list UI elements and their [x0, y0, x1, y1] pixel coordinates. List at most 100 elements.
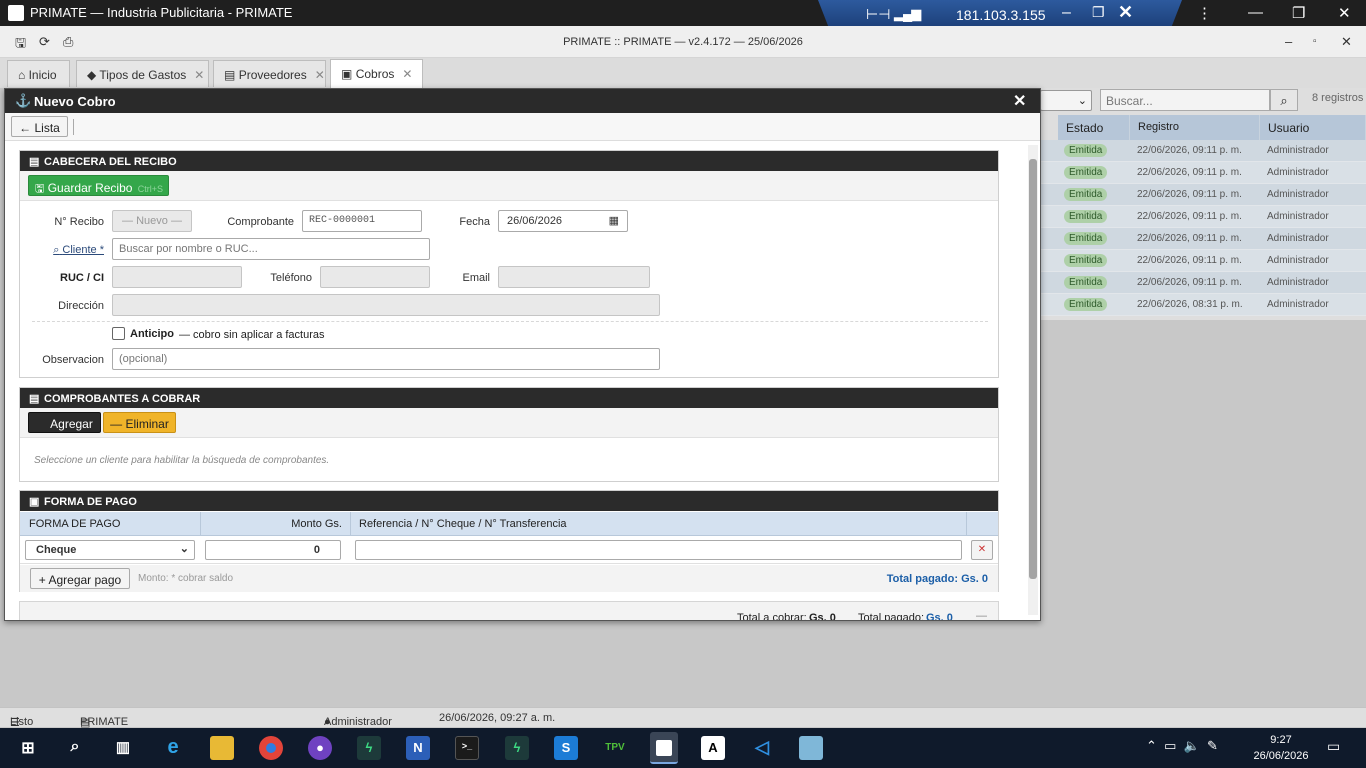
dialog-title: Nuevo Cobro: [34, 94, 116, 109]
status-badge: Emitida: [1064, 276, 1108, 289]
column-header-estado[interactable]: Estado: [1058, 115, 1130, 140]
window-title: PRIMATE — Industria Publicitaria - PRIMA…: [30, 5, 293, 20]
chrome-icon[interactable]: [259, 736, 283, 760]
monto-input[interactable]: 0: [205, 540, 341, 560]
filter-select[interactable]: ⌄: [1040, 90, 1092, 111]
comprobante-field[interactable]: REC-0000001: [302, 210, 422, 232]
table-row[interactable]: Emitida 22/06/2026, 09:11 p. m. Administra…: [1040, 184, 1366, 206]
close-tab-icon[interactable]: ✕: [194, 68, 204, 82]
app-lightning-icon[interactable]: ϟ: [357, 736, 381, 760]
cliente-label[interactable]: ⌕ Cliente *: [30, 244, 104, 257]
cabecera-toolbar: 🖫 Guardar Recibo Ctrl+S: [20, 171, 998, 201]
total-pagado-label: Total pagado:: [858, 612, 925, 621]
restore-window-button[interactable]: ❐: [1292, 4, 1305, 22]
tab-tipos-de-gastos[interactable]: ◆ Tipos de Gastos ✕: [76, 60, 209, 87]
pin-icon[interactable]: ⊢⊣: [866, 6, 890, 23]
search-icon[interactable]: ⌕: [1270, 89, 1298, 111]
table-row[interactable]: Emitida 22/06/2026, 09:11 p. m. Administra…: [1040, 272, 1366, 294]
task-view-icon[interactable]: ▥: [111, 736, 135, 760]
comprobantes-section: ▤ COMPROBANTES A COBRAR Agregar — Elimin…: [19, 387, 999, 482]
list-search-input[interactable]: Buscar...: [1100, 89, 1270, 111]
notifications-icon[interactable]: ▭: [1327, 738, 1340, 755]
remote-restore-button[interactable]: ❐: [1092, 4, 1105, 21]
forma-pago-header: ▣ FORMA DE PAGO: [20, 491, 998, 511]
eliminar-comprobante-button[interactable]: — Eliminar: [103, 412, 176, 433]
chevron-down-icon: ⌄: [179, 543, 189, 555]
app-header-title: PRIMATE :: PRIMATE — v2.4.172 — 25/06/20…: [563, 36, 803, 48]
clock[interactable]: 9:27 26/06/2026: [1246, 732, 1316, 764]
app-header: 🖫 ⟳ ⎙ PRIMATE :: PRIMATE — v2.4.172 — 25…: [0, 26, 1366, 58]
status-badge: Emitida: [1064, 144, 1108, 157]
app-notes-icon[interactable]: [799, 736, 823, 760]
system-tray[interactable]: ⌃ ▭ 🔈 ✎: [1146, 738, 1218, 754]
table-row[interactable]: Emitida 22/06/2026, 09:11 p. m. Administra…: [1040, 250, 1366, 272]
table-row[interactable]: Emitida 22/06/2026, 08:31 p. m. Administra…: [1040, 294, 1366, 316]
terminal-icon[interactable]: >_: [455, 736, 479, 760]
observacion-input[interactable]: (opcional): [112, 348, 660, 370]
close-window-button[interactable]: ✕: [1338, 4, 1351, 22]
tab-cobros[interactable]: ▣ Cobros ✕: [330, 59, 423, 88]
app-a-icon[interactable]: A: [701, 736, 725, 760]
column-header-registro[interactable]: Registro: [1130, 115, 1260, 140]
ruc-field: [112, 266, 242, 288]
fecha-date-field[interactable]: 26/06/2026 ▦: [498, 210, 628, 232]
remote-minimize-button[interactable]: –: [1062, 4, 1071, 22]
start-windows-icon[interactable]: ⊞: [16, 736, 40, 760]
money-icon: ▣: [341, 67, 353, 81]
app-lightning-icon[interactable]: ϟ: [505, 736, 529, 760]
record-count: 8 registros: [1312, 92, 1364, 104]
forma-pago-select[interactable]: Cheque ⌄: [25, 540, 195, 560]
remote-connection-bar: ⊢⊣ ▂▄▆ 181.103.3.155 – ❐ ✕: [818, 0, 1182, 28]
minus-icon: —: [110, 417, 123, 431]
column-divider: [350, 512, 351, 536]
app-close-button[interactable]: ✕: [1341, 34, 1352, 50]
remove-pago-button[interactable]: ✕: [971, 540, 993, 560]
search-icon: ⌕: [53, 244, 60, 256]
close-tab-icon[interactable]: ✕: [402, 67, 412, 81]
app-n-icon[interactable]: N: [406, 736, 430, 760]
table-row[interactable]: Emitida 22/06/2026, 09:11 p. m. Administra…: [1040, 140, 1366, 162]
primate-taskbar-icon[interactable]: [650, 732, 678, 764]
direccion-field: [112, 294, 660, 316]
email-field: [498, 266, 650, 288]
column-header-referencia: Referencia / N° Cheque / N° Transferenci…: [359, 518, 567, 530]
tab-inicio[interactable]: ⌂ Inicio: [7, 60, 70, 87]
close-dialog-button[interactable]: ✕: [1013, 91, 1026, 111]
comprobantes-hint: Seleccione un cliente para habilitar la …: [34, 455, 330, 466]
tpv-icon[interactable]: TPV: [603, 736, 627, 760]
calendar-icon[interactable]: ▦: [609, 214, 619, 227]
table-row[interactable]: Emitida 22/06/2026, 09:11 p. m. Administra…: [1040, 228, 1366, 250]
home-icon: ⌂: [18, 68, 26, 82]
app-minimize-button[interactable]: –: [1285, 34, 1292, 49]
minimize-window-button[interactable]: —: [1248, 4, 1263, 21]
close-tab-icon[interactable]: ✕: [315, 68, 325, 82]
dash-icon: —: [976, 610, 987, 621]
referencia-input[interactable]: [355, 540, 962, 560]
total-pagado-value: Gs. 0: [926, 612, 953, 621]
more-options-icon[interactable]: ⋮: [1197, 4, 1212, 22]
file-explorer-icon[interactable]: [210, 736, 234, 760]
vscode-icon[interactable]: ◁: [750, 736, 774, 760]
table-row[interactable]: Emitida 22/06/2026, 09:11 p. m. Administra…: [1040, 162, 1366, 184]
edge-icon[interactable]: e: [161, 736, 185, 760]
column-header-usuario[interactable]: Usuario: [1260, 115, 1366, 140]
github-icon[interactable]: ●: [308, 736, 332, 760]
app-maximize-button[interactable]: ▫: [1313, 36, 1317, 47]
status-badge: Emitida: [1064, 298, 1108, 311]
arrow-left-icon: ←: [19, 121, 32, 135]
tab-proveedores[interactable]: ▤ Proveedores ✕: [213, 60, 326, 87]
cliente-search-input[interactable]: Buscar por nombre o RUC...: [112, 238, 430, 260]
back-to-list-button[interactable]: ← Lista: [11, 116, 68, 137]
remote-close-button[interactable]: ✕: [1118, 2, 1133, 23]
clock-time: 9:27: [1270, 734, 1292, 746]
app-s-icon[interactable]: S: [554, 736, 578, 760]
status-badge: Emitida: [1064, 166, 1108, 179]
anticipo-checkbox[interactable]: [112, 327, 125, 340]
agregar-pago-button[interactable]: + Agregar pago: [30, 568, 130, 589]
search-icon[interactable]: ⌕: [63, 736, 87, 760]
dialog-scrollbar[interactable]: [1028, 145, 1038, 615]
guardar-recibo-button[interactable]: 🖫 Guardar Recibo Ctrl+S: [28, 175, 169, 196]
scrollbar-thumb[interactable]: [1029, 159, 1037, 579]
agregar-comprobante-button[interactable]: Agregar: [28, 412, 101, 433]
table-row[interactable]: Emitida 22/06/2026, 09:11 p. m. Administra…: [1040, 206, 1366, 228]
